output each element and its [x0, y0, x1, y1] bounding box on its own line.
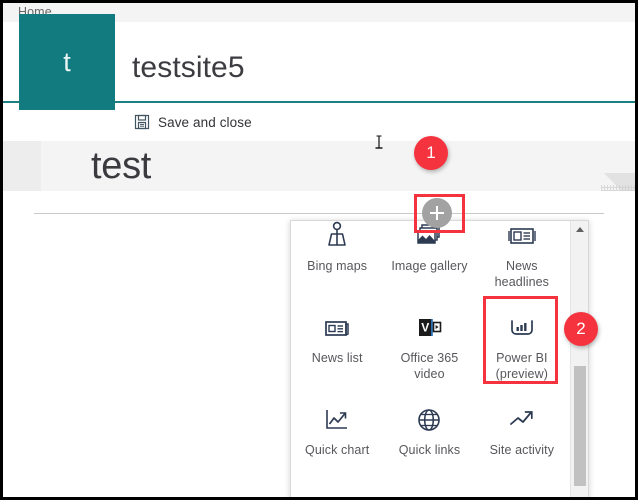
webpart-item-label: News list: [312, 350, 363, 366]
webpart-item-quick-chart[interactable]: Quick chart: [291, 392, 383, 484]
globe-icon: [413, 400, 445, 440]
office-365-video-icon: V: [413, 308, 445, 348]
webpart-item-label: Bing maps: [307, 258, 367, 274]
save-and-close-label: Save and close: [158, 115, 252, 130]
yammer-icon: [321, 492, 353, 499]
webpart-item-news-list[interactable]: News list: [291, 300, 383, 392]
webpart-item-label: Site activity: [490, 442, 555, 458]
chevron-up-icon[interactable]: [571, 221, 588, 238]
webpart-item-label: Quick chart: [305, 442, 369, 458]
webpart-item-office-365-video[interactable]: V Office 365 video: [383, 300, 475, 392]
webpart-item-label: Office 365 video: [386, 350, 472, 382]
text-cursor: [374, 135, 384, 153]
app-window: Home testsite5 t Save and close test: [0, 0, 638, 500]
site-logo: t: [19, 14, 115, 110]
webpart-item-label: News headlines: [479, 258, 565, 290]
svg-text:V: V: [422, 321, 430, 335]
webpart-item-label: Image gallery: [391, 258, 467, 274]
webpart-item-label: Quick links: [399, 442, 461, 458]
webpart-item-placeholder[interactable]: [476, 484, 568, 499]
page-title[interactable]: test: [91, 141, 151, 191]
power-bi-icon: [506, 308, 538, 348]
add-webpart-button[interactable]: [422, 198, 452, 228]
site-logo-letter: t: [19, 14, 115, 110]
page-title-band: test: [3, 141, 635, 191]
webpart-item-quick-links[interactable]: Quick links: [383, 392, 475, 484]
webpart-item-image-gallery[interactable]: Image gallery: [383, 220, 475, 300]
picker-scrollbar[interactable]: [570, 221, 588, 498]
news-list-icon: [321, 308, 353, 348]
save-and-close-button[interactable]: Save and close: [134, 111, 252, 133]
picker-scrollbar-thumb[interactable]: [574, 366, 586, 486]
annotation-badge-2: 2: [564, 312, 598, 346]
page-title-gutter: [3, 141, 41, 191]
trend-arrow-icon: [506, 400, 538, 440]
webpart-item-bing-maps[interactable]: Bing maps: [291, 220, 383, 300]
webpart-picker-panel: Bing maps Image gallery: [290, 220, 589, 499]
webpart-item-site-activity[interactable]: Site activity: [476, 392, 568, 484]
webpart-item-placeholder[interactable]: [383, 484, 475, 499]
site-title: testsite5: [132, 51, 245, 85]
section-divider: [34, 213, 604, 214]
map-pin-icon: [321, 220, 353, 256]
webpart-item-power-bi[interactable]: Power BI (preview): [476, 300, 568, 392]
webpart-item-news-headlines[interactable]: News headlines: [476, 220, 568, 300]
line-chart-icon: [321, 400, 353, 440]
save-floppy-icon: [134, 114, 150, 130]
webpart-picker-grid: Bing maps Image gallery: [291, 220, 568, 499]
webpart-item-label: Power BI (preview): [479, 350, 565, 382]
webpart-item-yammer[interactable]: [291, 484, 383, 499]
annotation-badge-1: 1: [414, 136, 448, 170]
news-headlines-icon: [506, 220, 538, 256]
